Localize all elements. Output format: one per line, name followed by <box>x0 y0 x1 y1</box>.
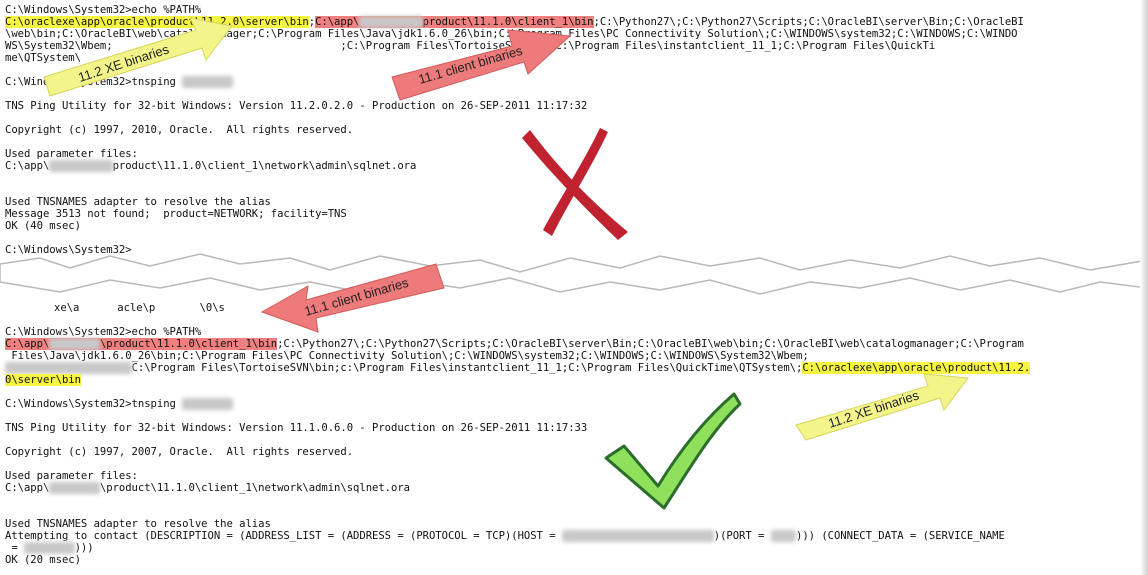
attempt-line: = xxxxxxxx))) <box>5 542 94 554</box>
sqlnet-a: C:\app\ <box>5 482 50 494</box>
console-line: Copyright (c) 1997, 2007, Oracle. All ri… <box>5 446 354 458</box>
path-line: C:\app\xxxxxxxx\product\11.1.0\client_1\… <box>5 338 1024 350</box>
path-rest: C:\Program Files\TortoiseSVN\bin;c:\Prog… <box>131 362 803 374</box>
client-path-a: C:\app\ <box>5 338 50 350</box>
right-shadow <box>1140 0 1148 575</box>
path-rest: ;C:\Python27\;C:\Python27\Scripts;C:\Ora… <box>593 16 1024 28</box>
sqlnet-line: C:\app\xxxxxxxxx\product\11.1.0\client_1… <box>5 160 416 172</box>
redacted-alias: xxxxxxxx <box>182 76 233 88</box>
console-before: C:\Windows\System32>echo %PATH% C:\oracl… <box>0 0 1140 268</box>
path-line: C:\oraclexe\app\oracle\product\11.2.0\se… <box>5 16 1024 28</box>
sqlnet-b: product\11.1.0\client_1\network\admin\sq… <box>112 160 417 172</box>
redacted-user: xxxxxxxx <box>49 338 100 350</box>
console-line: TNS Ping Utility for 32-bit Windows: Ver… <box>5 422 588 434</box>
console-after: xe\a acle\p \0\s C:\Windows\System32>ech… <box>0 290 1140 575</box>
console-line: Used parameter files: <box>5 148 138 160</box>
console-line: C:\Windows\System32>echo %PATH% <box>5 4 202 16</box>
attempt-a: Attempting to contact (DESCRIPTION = (AD… <box>5 530 562 542</box>
redacted-alias: xxxxxxxx <box>182 398 233 410</box>
attempt2-a: = <box>5 542 24 554</box>
xe-path-highlight: 0\server\bin <box>5 374 81 386</box>
attempt-line: Attempting to contact (DESCRIPTION = (AD… <box>5 530 1005 542</box>
redacted-path: xxxxxxxxxxxxxxxxxxxx <box>5 362 132 374</box>
attempt-b: )(PORT = <box>713 530 771 542</box>
client-path-highlight: C:\app\xxxxxxxxx\product\11.1.0\client_1… <box>315 16 594 28</box>
console-line: TNS Ping Utility for 32-bit Windows: Ver… <box>5 100 588 112</box>
xe-path-highlight: C:\oraclexe\app\oracle\product\11.2.0\se… <box>5 16 309 28</box>
console-line: C:\Windows\System32>echo %PATH% <box>5 326 202 338</box>
path-line: 0\server\bin <box>5 374 81 386</box>
sqlnet-a: C:\app\ <box>5 160 50 172</box>
client-path-b: product\11.1.0\client_1\bin <box>422 16 594 28</box>
client-path-a: C:\app\ <box>315 16 360 28</box>
console-line: Used TNSNAMES adapter to resolve the ali… <box>5 518 271 530</box>
sqlnet-b: \product\11.1.0\client_1\network\admin\s… <box>99 482 410 494</box>
path-rest: ;C:\Python27\;C:\Python27\Scripts;C:\Ora… <box>277 338 1024 350</box>
console-line: me\QTSystem\ <box>5 52 81 64</box>
redacted-host: xxxxxxxxxxxxxxxxxxxxxxxx <box>561 530 714 542</box>
redacted-port: xxxx <box>770 530 797 542</box>
console-line: Used parameter files: <box>5 470 138 482</box>
prompt-text: C:\Windows\System32>tnsping <box>5 76 183 88</box>
console-line: Copyright (c) 1997, 2010, Oracle. All ri… <box>5 124 354 136</box>
redacted-user: xxxxxxxxx\ <box>49 160 113 172</box>
console-line: Used TNSNAMES adapter to resolve the ali… <box>5 196 271 208</box>
client-path-highlight: C:\app\xxxxxxxx\product\11.1.0\client_1\… <box>5 338 277 350</box>
torn-edge <box>0 253 1148 295</box>
console-line: OK (40 msec) <box>5 220 81 232</box>
client-path-b: \product\11.1.0\client_1\bin <box>99 338 278 350</box>
console-line: WS\System32\Wbem; ;C:\Program Files\Tort… <box>5 40 936 52</box>
redacted-user: xxxxxxxx <box>49 482 100 494</box>
console-line: Message 3513 not found; product=NETWORK;… <box>5 208 347 220</box>
console-line: Files\Java\jdk1.6.0_26\bin;C:\Program Fi… <box>5 350 809 362</box>
prompt-text: C:\Windows\System32>tnsping <box>5 398 183 410</box>
tnsping-command: C:\Windows\System32>tnsping xxxxxxxx <box>5 398 233 410</box>
xe-path-highlight: C:\oraclexe\app\oracle\product\11.2. <box>802 362 1031 374</box>
redacted-user: xxxxxxxxx\ <box>359 16 423 28</box>
console-line: \web\bin;C:\OracleBI\web\catalogmanager;… <box>5 28 1018 40</box>
attempt2-b: ))) <box>74 542 94 554</box>
redacted-service: xxxxxxxx <box>23 542 75 554</box>
console-fragment: xe\a acle\p \0\s <box>54 302 225 314</box>
console-line: OK (20 msec) <box>5 554 81 566</box>
path-line: xxxxxxxxxxxxxxxxxxxxC:\Program Files\Tor… <box>5 362 1030 374</box>
sqlnet-line: C:\app\xxxxxxxx\product\11.1.0\client_1\… <box>5 482 410 494</box>
attempt-c: ))) (CONNECT_DATA = (SERVICE_NAME <box>796 530 1005 542</box>
tnsping-command: C:\Windows\System32>tnsping xxxxxxxx <box>5 76 233 88</box>
